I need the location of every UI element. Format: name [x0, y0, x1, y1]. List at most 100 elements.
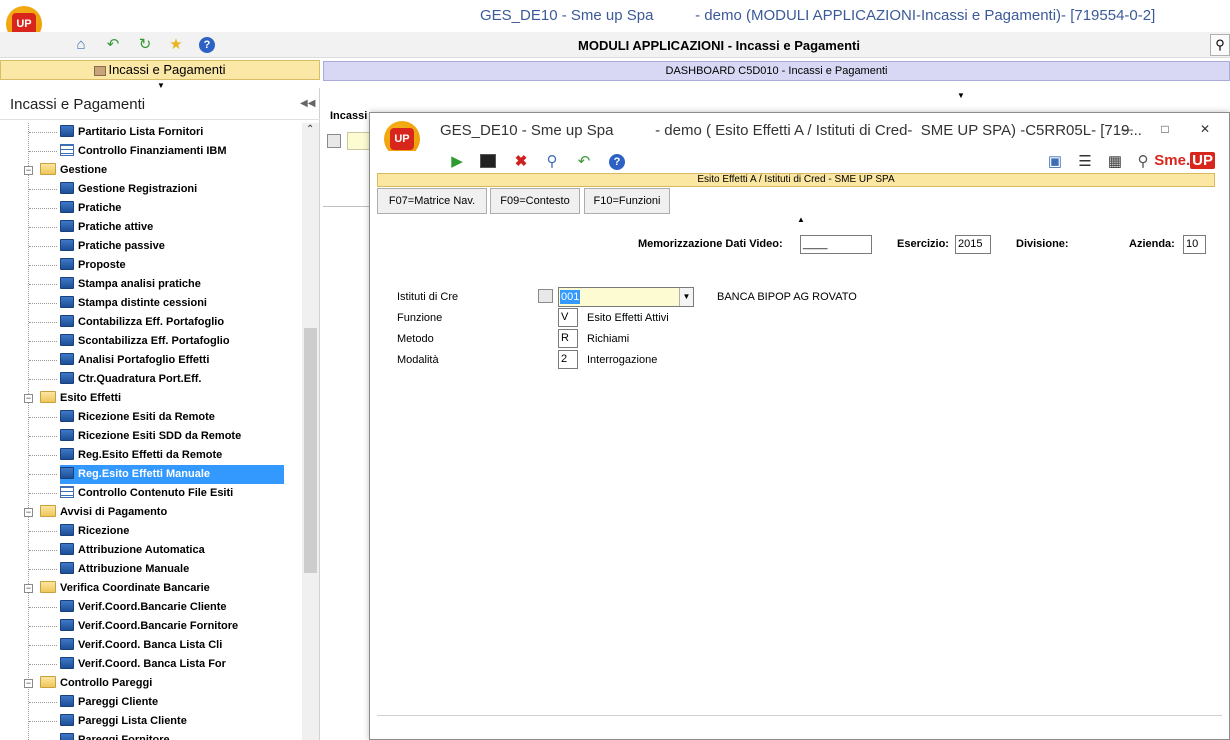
- back-arrow-icon[interactable]: ↶: [104, 36, 122, 54]
- maximize-icon[interactable]: □: [1155, 121, 1175, 137]
- monitor-icon: [60, 467, 74, 480]
- tree-item[interactable]: Verif.Coord. Banca Lista Cli: [29, 636, 222, 655]
- close-icon[interactable]: ✕: [1195, 121, 1215, 137]
- tree-scrollbar[interactable]: ⌃: [302, 123, 319, 740]
- window-title: GES_DE10 - Sme up Spa - demo (MODULI APP…: [480, 7, 1156, 24]
- istituti-combo[interactable]: 001 ▼: [558, 287, 694, 307]
- collapse-arrow-icon[interactable]: ▲: [797, 215, 805, 224]
- monitor-icon: [60, 733, 74, 740]
- funzione-field[interactable]: V: [558, 308, 578, 327]
- metodo-field[interactable]: R: [558, 329, 578, 348]
- tree-item[interactable]: Proposte: [29, 256, 126, 275]
- edit-lines-icon[interactable]: ☰: [1076, 153, 1094, 171]
- tree-item[interactable]: Reg.Esito Effetti Manuale: [29, 465, 284, 484]
- tree-group[interactable]: − Avvisi di Pagamento: [24, 503, 167, 522]
- dashboard-dropdown-icon[interactable]: ▼: [957, 91, 965, 100]
- back-arrow-icon[interactable]: ↶: [575, 153, 593, 171]
- help-icon[interactable]: ?: [199, 37, 215, 53]
- tab-dashboard[interactable]: DASHBOARD C5D010 - Incassi e Pagamenti: [323, 61, 1230, 81]
- tree-item[interactable]: Ricezione: [29, 522, 129, 541]
- tree-item[interactable]: Ctr.Quadratura Port.Eff.: [29, 370, 201, 389]
- tree-item[interactable]: Attribuzione Automatica: [29, 541, 205, 560]
- contesto-button[interactable]: F09=Contesto: [490, 188, 580, 214]
- tree-connector: [29, 360, 57, 361]
- tree-item[interactable]: Contabilizza Eff. Portafoglio: [29, 313, 224, 332]
- tree-item[interactable]: Pratiche passive: [29, 237, 165, 256]
- tree-item[interactable]: Analisi Portafoglio Effetti: [29, 351, 209, 370]
- tree-item[interactable]: Controllo Contenuto File Esiti: [29, 484, 233, 503]
- tree-group[interactable]: − Gestione: [24, 161, 107, 180]
- search-icon[interactable]: ⚲: [543, 153, 561, 171]
- tree-item[interactable]: Reg.Esito Effetti da Remote: [29, 446, 223, 465]
- monitor-icon: [60, 182, 74, 195]
- monitor-icon: [60, 657, 74, 670]
- monitor-icon: [60, 638, 74, 651]
- tree-item[interactable]: Pareggi Cliente: [29, 693, 159, 712]
- refresh-icon[interactable]: ↻: [136, 36, 154, 54]
- tree-item[interactable]: Controllo Finanziamenti IBM: [29, 142, 227, 161]
- tree-item[interactable]: Gestione Registrazioni: [29, 180, 197, 199]
- lookup-grid-icon[interactable]: [538, 289, 553, 303]
- tree-item[interactable]: Ricezione Esiti da Remote: [29, 408, 215, 427]
- background-input[interactable]: [347, 132, 371, 150]
- scroll-up-icon[interactable]: ⌃: [306, 124, 314, 135]
- monitor-icon: [60, 201, 74, 214]
- tree-item[interactable]: Verif.Coord.Bancarie Fornitore: [29, 617, 239, 636]
- navigation-panel: Incassi e Pagamenti ◀◀ Partitario Lista …: [0, 88, 320, 740]
- azienda-field[interactable]: 10: [1183, 235, 1206, 254]
- tree-item[interactable]: Partitario Lista Fornitori: [29, 123, 203, 142]
- funzioni-button[interactable]: F10=Funzioni: [584, 188, 670, 214]
- tree-item[interactable]: Stampa distinte cessioni: [29, 294, 207, 313]
- tree-label: Pareggi Cliente: [78, 696, 159, 708]
- background-panel: [323, 206, 373, 740]
- matrice-nav-button[interactable]: F07=Matrice Nav.: [377, 188, 487, 214]
- istituti-value: 001: [560, 290, 581, 304]
- tree-label: Verif.Coord.Bancarie Fornitore: [78, 620, 239, 632]
- tree-item[interactable]: Verif.Coord.Bancarie Cliente: [29, 598, 227, 617]
- folder-icon: [40, 391, 56, 404]
- tree-item[interactable]: Verif.Coord. Banca Lista For: [29, 655, 226, 674]
- modalita-field[interactable]: 2: [558, 350, 578, 369]
- collapse-panel-icon[interactable]: ◀◀: [300, 98, 315, 109]
- zoom-icon[interactable]: ⚲: [1134, 153, 1152, 171]
- scroll-thumb[interactable]: [304, 328, 317, 573]
- tree-group[interactable]: − Esito Effetti: [24, 389, 121, 408]
- tree-item[interactable]: Pareggi Fornitore: [60, 731, 170, 740]
- tree-label: Pareggi Fornitore: [78, 734, 170, 740]
- collapse-toggle-icon[interactable]: −: [24, 394, 33, 403]
- cancel-x-icon[interactable]: ✖: [512, 153, 530, 171]
- collapse-toggle-icon[interactable]: −: [24, 166, 33, 175]
- chevron-down-icon[interactable]: ▼: [679, 288, 693, 306]
- tree-label: Reg.Esito Effetti da Remote: [78, 449, 223, 461]
- play-icon[interactable]: ▶: [448, 153, 466, 171]
- collapse-toggle-icon[interactable]: −: [24, 584, 33, 593]
- tree-item[interactable]: Pratiche: [29, 199, 121, 218]
- tree-item[interactable]: Scontabilizza Eff. Portafoglio: [29, 332, 230, 351]
- help-icon[interactable]: ?: [609, 154, 625, 170]
- tree-item[interactable]: Pareggi Lista Cliente: [29, 712, 187, 731]
- background-grid-icon[interactable]: [327, 134, 341, 148]
- terminal-icon[interactable]: [480, 154, 496, 168]
- monitor-icon: [60, 296, 74, 309]
- collapse-toggle-icon[interactable]: −: [24, 679, 33, 688]
- tree-item[interactable]: Ricezione Esiti SDD da Remote: [29, 427, 241, 446]
- tree-label: Esito Effetti: [60, 392, 122, 404]
- monitor-icon[interactable]: ▣: [1046, 153, 1064, 171]
- tree-group[interactable]: − Controllo Pareggi: [24, 674, 152, 693]
- search-button[interactable]: ⚲: [1210, 34, 1230, 56]
- collapse-toggle-icon[interactable]: −: [24, 508, 33, 517]
- esercizio-field[interactable]: 2015: [955, 235, 991, 254]
- star-favorite-icon[interactable]: ★: [167, 36, 185, 54]
- clipboard-icon[interactable]: ▦: [1106, 153, 1124, 171]
- home-icon[interactable]: ⌂: [72, 36, 90, 54]
- minimize-icon[interactable]: —: [1117, 121, 1137, 137]
- monitor-icon: [60, 315, 74, 328]
- tab-incassi-pagamenti[interactable]: Incassi e Pagamenti: [0, 60, 320, 80]
- tree-group[interactable]: − Verifica Coordinate Bancarie: [24, 579, 210, 598]
- memo-field[interactable]: ____: [800, 235, 872, 254]
- tree-item[interactable]: Pratiche attive: [29, 218, 153, 237]
- monitor-icon: [60, 600, 74, 613]
- brand-suffix: UP: [1190, 152, 1215, 169]
- tree-item[interactable]: Attribuzione Manuale: [29, 560, 189, 579]
- tree-item[interactable]: Stampa analisi pratiche: [29, 275, 201, 294]
